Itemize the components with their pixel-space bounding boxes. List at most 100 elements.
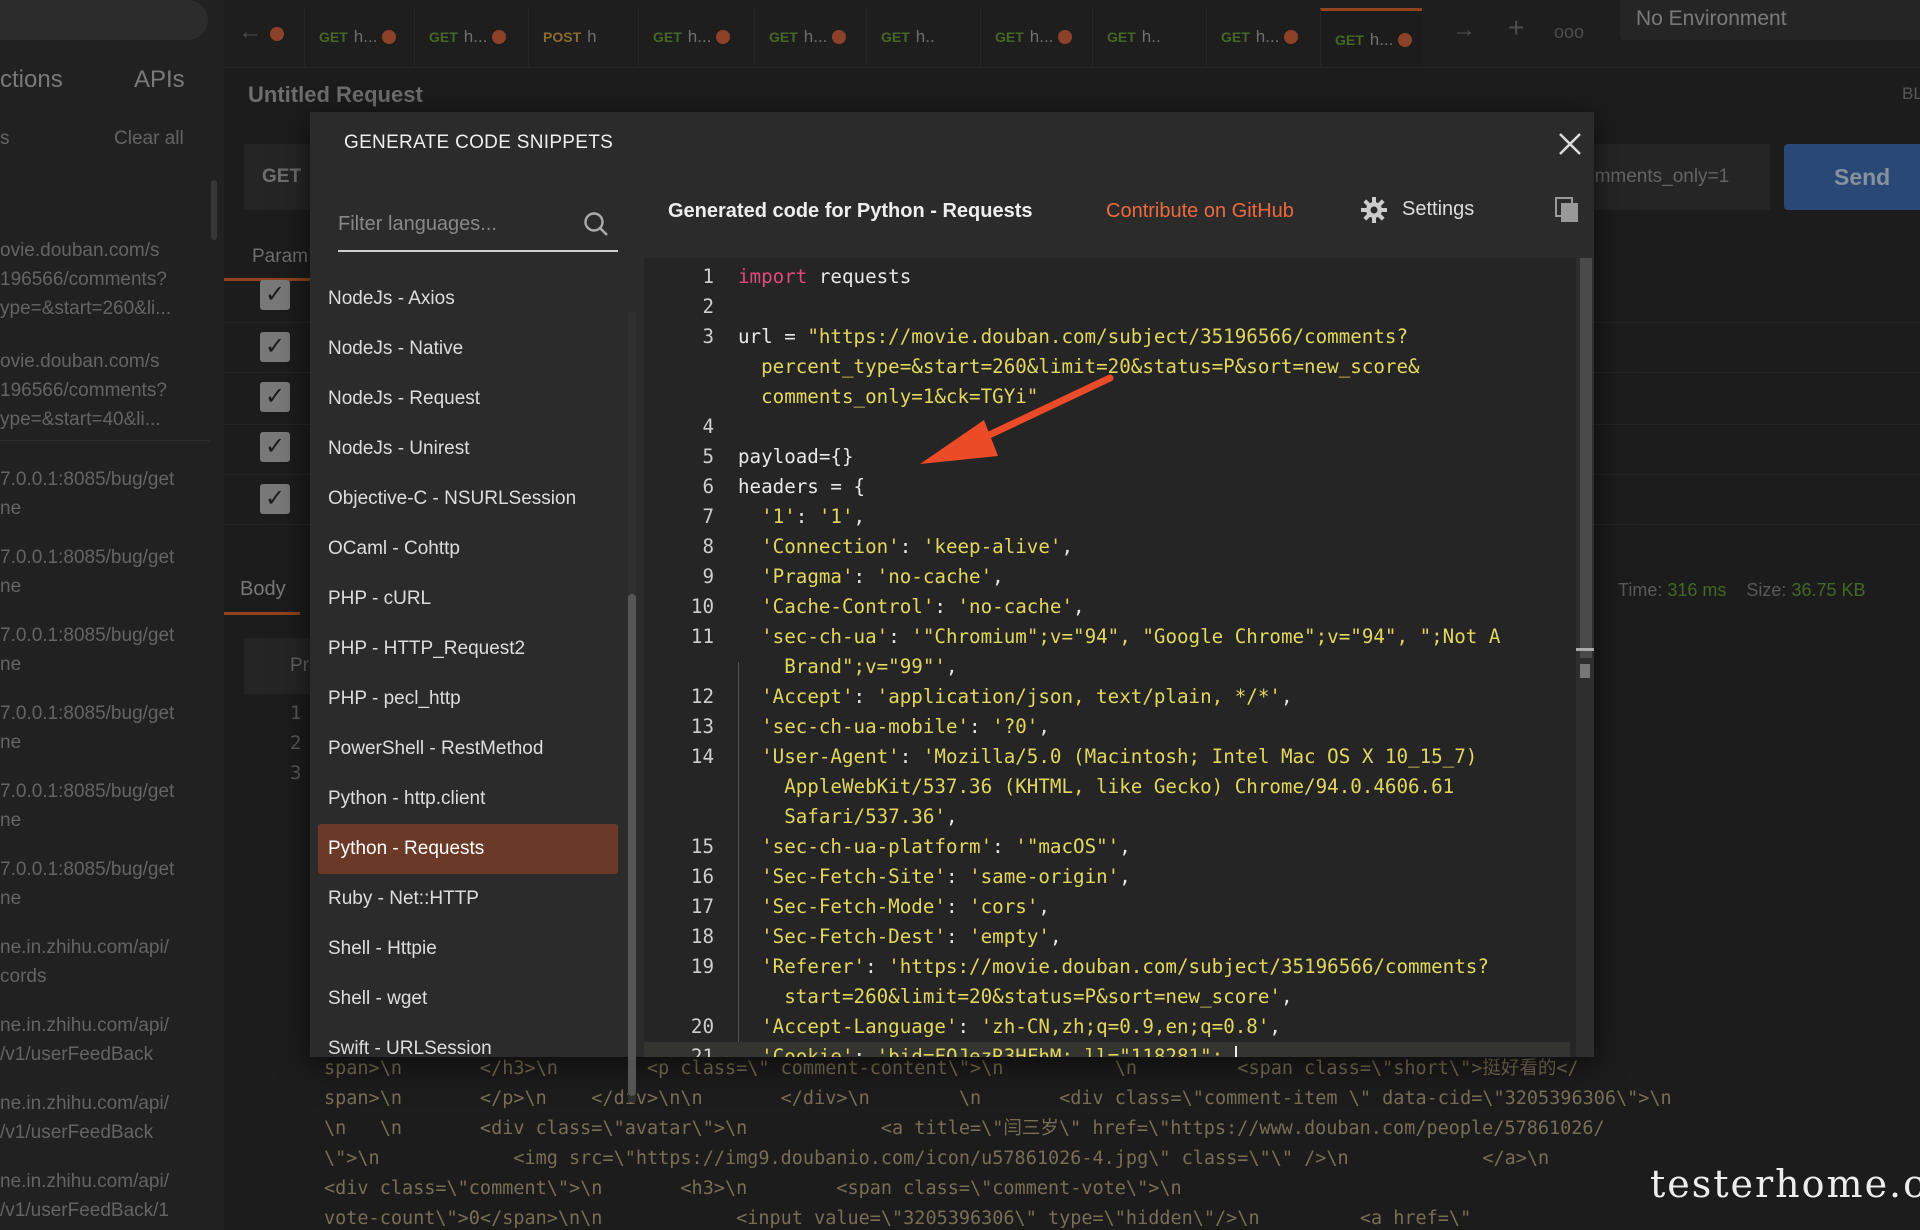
code-string: 'Connection' xyxy=(761,535,900,558)
code-token: , xyxy=(945,655,958,678)
code-string: 'User-Agent' xyxy=(761,745,900,768)
code-string: 'Sec-Fetch-Mode' xyxy=(761,895,946,918)
code-string: 'keep-alive' xyxy=(922,535,1062,558)
language-item[interactable]: Shell - wget xyxy=(318,974,618,1024)
language-item[interactable]: NodeJs - Request xyxy=(318,374,618,424)
code-token: : xyxy=(888,625,912,648)
code-panel: Generated code for Python - Requests Con… xyxy=(644,176,1594,1057)
language-item[interactable]: PHP - cURL xyxy=(318,574,618,624)
line-number: 20 xyxy=(690,1015,714,1038)
code-text: 'Pragma': 'no-cache', xyxy=(738,562,1004,592)
language-item[interactable]: PowerShell - RestMethod xyxy=(318,724,618,774)
code-text: 'sec-ch-ua-mobile': '?0', xyxy=(738,712,1050,742)
code-line: 2 xyxy=(644,292,1570,322)
code-token: , xyxy=(1073,595,1085,618)
code-token: : xyxy=(899,745,923,768)
line-number: 2 xyxy=(702,295,714,318)
code-token: , xyxy=(1280,985,1293,1008)
language-item[interactable]: Ruby - Net::HTTP xyxy=(318,874,618,924)
language-item[interactable]: NodeJs - Native xyxy=(318,324,618,374)
line-number: 10 xyxy=(690,595,714,618)
close-icon[interactable] xyxy=(1554,128,1586,160)
code-scroll-thumb[interactable] xyxy=(1580,258,1592,658)
language-item[interactable]: PHP - HTTP_Request2 xyxy=(318,624,618,674)
annotation-arrow-icon xyxy=(920,374,1114,464)
line-number: 9 xyxy=(702,565,714,588)
code-string: 'application/json, text/plain, */*' xyxy=(876,685,1281,708)
code-text: 'Accept-Language': 'zh-CN,zh;q=0.9,en;q=… xyxy=(738,1012,1281,1042)
code-text: Brand";v="99"', xyxy=(738,652,958,682)
code-string: Safari/537.36' xyxy=(738,805,946,828)
code-scrollbar[interactable] xyxy=(1576,258,1594,1057)
copy-icon[interactable] xyxy=(1554,196,1580,224)
code-line: 1 import requests xyxy=(644,262,1570,292)
code-token: , xyxy=(1061,535,1074,558)
language-panel: NodeJs - AxiosNodeJs - NativeNodeJs - Re… xyxy=(310,176,644,1059)
code-line: 20 'Accept-Language': 'zh-CN,zh;q=0.9,en… xyxy=(644,1012,1570,1042)
code-text: '1': '1', xyxy=(738,502,865,532)
language-item[interactable]: PHP - pecl_http xyxy=(318,674,618,724)
language-item[interactable]: NodeJs - Axios xyxy=(318,274,618,324)
code-line: AppleWebKit/537.36 (KHTML, like Gecko) C… xyxy=(644,772,1570,802)
line-number: 19 xyxy=(690,955,714,978)
code-line: 11 'sec-ch-ua': '"Chromium";v="94", "Goo… xyxy=(644,622,1570,652)
filter-languages-input[interactable] xyxy=(338,204,568,244)
code-string: AppleWebKit/537.36 (KHTML, like Gecko) C… xyxy=(738,775,1455,798)
code-token: headers = { xyxy=(738,475,866,498)
language-item[interactable]: Python - Requests xyxy=(318,824,618,874)
line-number: 7 xyxy=(702,505,714,528)
code-token: payload={} xyxy=(738,445,854,468)
code-text: start=260&limit=20&status=P&sort=new_sco… xyxy=(738,982,1293,1012)
code-text: 'Referer': 'https://movie.douban.com/sub… xyxy=(738,952,1489,982)
code-line: 12 'Accept': 'application/json, text/pla… xyxy=(644,682,1570,712)
modal-title: GENERATE CODE SNIPPETS xyxy=(344,132,614,153)
line-number: 17 xyxy=(690,895,714,918)
code-token: : xyxy=(853,565,877,588)
language-item[interactable]: Swift - URLSession xyxy=(318,1024,618,1074)
code-line: 3 url = "https://movie.douban.com/subject… xyxy=(644,322,1570,352)
contribute-link[interactable]: Contribute on GitHub xyxy=(1106,200,1294,223)
code-string: 'empty' xyxy=(969,925,1050,948)
code-string: '"Chromium";v="94", "Google Chrome";v="9… xyxy=(911,625,1501,648)
code-string: start=260&limit=20&status=P&sort=new_sco… xyxy=(738,985,1281,1008)
language-item[interactable]: Objective-C - NSURLSession xyxy=(318,474,618,524)
code-text: AppleWebKit/537.36 (KHTML, like Gecko) C… xyxy=(738,772,1454,802)
code-token: : xyxy=(957,1015,981,1038)
code-string: 'Accept' xyxy=(761,685,854,708)
code-token: , xyxy=(1049,925,1062,948)
code-string: 'cors' xyxy=(969,895,1039,918)
code-line: 13 'sec-ch-ua-mobile': '?0', xyxy=(644,712,1570,742)
code-string: 'Mozilla/5.0 (Macintosh; Intel Mac OS X … xyxy=(922,745,1478,768)
code-line: 9 'Pragma': 'no-cache', xyxy=(644,562,1570,592)
text-caret xyxy=(1234,1045,1237,1057)
language-item[interactable]: Shell - Httpie xyxy=(318,924,618,974)
language-item[interactable]: Python - http.client xyxy=(318,774,618,824)
code-string: "https://movie.douban.com/subject/351965… xyxy=(807,325,1409,348)
watermark: testerhome.com xyxy=(1650,1162,1920,1206)
code-snippet-modal: GENERATE CODE SNIPPETS NodeJs - AxiosNod… xyxy=(310,112,1594,1102)
code-text: payload={} xyxy=(738,442,854,472)
language-scroll-thumb[interactable] xyxy=(628,594,636,1096)
code-token: : xyxy=(853,685,877,708)
code-string: 'Sec-Fetch-Dest' xyxy=(761,925,946,948)
language-item[interactable]: OCaml - Cohttp xyxy=(318,524,618,574)
language-item[interactable]: NodeJs - Unirest xyxy=(318,424,618,474)
code-text: 'Cookie': 'bid=FOJezR3HFhM; ll="118281"; xyxy=(738,1042,1237,1057)
code-string: 'no-cache' xyxy=(957,595,1074,618)
line-number: 1 xyxy=(702,265,714,288)
code-text: headers = { xyxy=(738,472,865,502)
code-string: 'sec-ch-ua-platform' xyxy=(761,835,993,858)
code-text: url = "https://movie.douban.com/subject/… xyxy=(738,322,1408,352)
code-line: Brand";v="99"', xyxy=(644,652,1570,682)
line-number: 16 xyxy=(690,865,714,888)
code-token: , xyxy=(945,805,958,828)
code-token: , xyxy=(1119,865,1131,888)
line-number: 21 xyxy=(690,1045,714,1057)
code-string: 'same-origin' xyxy=(969,865,1120,888)
